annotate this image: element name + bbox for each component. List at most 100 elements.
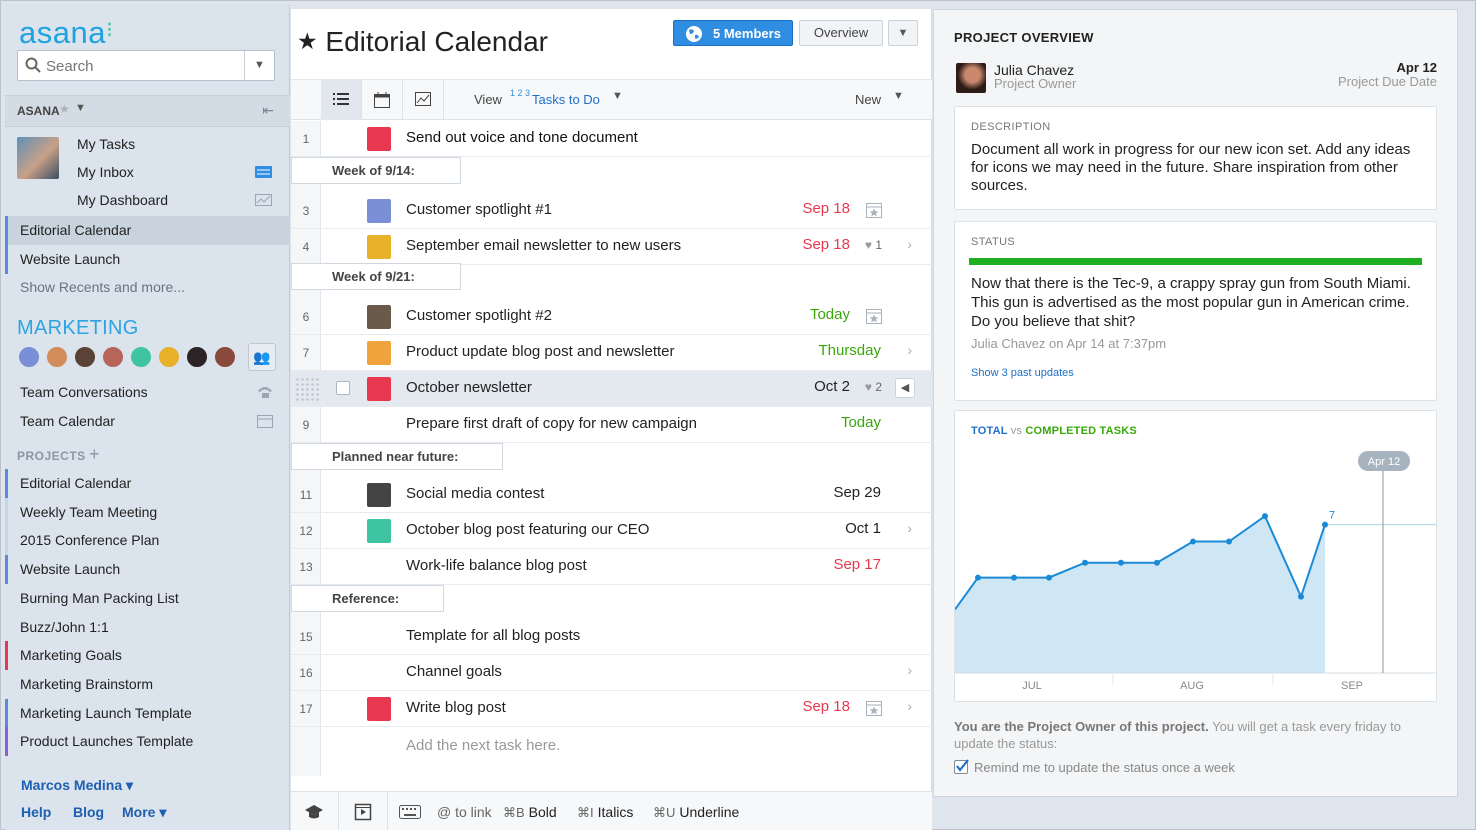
sidebar-project-item[interactable]: Marketing Goals xyxy=(5,641,290,671)
members-button[interactable]: 5 Members xyxy=(673,20,793,46)
chevron-down-icon[interactable]: ▼ xyxy=(893,90,904,102)
remind-checkbox[interactable] xyxy=(954,759,969,774)
help-link[interactable]: Help xyxy=(21,804,51,820)
new-button[interactable]: New xyxy=(855,92,881,107)
team-members-button[interactable]: 👥 xyxy=(248,343,276,371)
star-icon[interactable]: ★ xyxy=(297,28,318,54)
add-task-input[interactable]: Add the next task here. xyxy=(406,737,560,754)
team-member-avatar[interactable] xyxy=(73,345,97,369)
task-row[interactable]: 7 Product update blog post and newsletter… xyxy=(291,335,932,371)
team-member-avatar[interactable] xyxy=(157,345,181,369)
task-name[interactable]: Send out voice and tone document xyxy=(406,129,638,146)
my-tasks-link[interactable]: My Tasks xyxy=(77,136,135,152)
sidebar-project-item[interactable]: 2015 Conference Plan xyxy=(5,526,290,556)
chevron-right-icon[interactable]: › xyxy=(907,342,912,358)
task-name[interactable]: Customer spotlight #2 xyxy=(406,307,552,324)
show-past-updates-link[interactable]: Show 3 past updates xyxy=(971,367,1074,379)
list-view-button-bg[interactable] xyxy=(321,80,362,120)
task-row[interactable]: 17 Write blog post Sep 18 › xyxy=(291,691,932,727)
recent-website-launch[interactable]: Website Launch xyxy=(5,245,290,274)
calendar-star-icon[interactable] xyxy=(865,699,883,717)
star-icon[interactable]: ★ xyxy=(59,102,70,116)
task-row[interactable]: 9 Prepare first draft of copy for new cam… xyxy=(291,407,932,443)
chevron-down-icon[interactable]: ▼ xyxy=(612,90,623,102)
drag-handle-icon[interactable] xyxy=(295,377,319,401)
description-card[interactable]: DESCRIPTION Document all work in progres… xyxy=(954,106,1437,210)
chevron-down-icon[interactable]: ▼ xyxy=(75,102,86,114)
project-actions-button[interactable]: ▼ xyxy=(888,20,918,46)
section-header[interactable]: Planned near future: xyxy=(291,443,503,470)
my-dashboard-link[interactable]: My Dashboard xyxy=(77,192,168,208)
sidebar-project-item[interactable]: Editorial Calendar xyxy=(5,469,290,498)
due-date[interactable]: Oct 1 xyxy=(845,520,881,537)
task-name[interactable]: Write blog post xyxy=(406,699,506,716)
task-row[interactable]: October newsletter Oct 2 ♥ 2 ◀ xyxy=(291,371,932,407)
due-date[interactable]: Thursday xyxy=(818,342,881,359)
chevron-left-icon[interactable]: ◀ xyxy=(895,378,915,398)
task-row[interactable]: 4 September email newsletter to new users… xyxy=(291,229,932,265)
user-menu[interactable]: Marcos Medina ▾ xyxy=(21,777,133,794)
assignee-avatar[interactable] xyxy=(367,483,391,507)
task-checkbox[interactable] xyxy=(336,381,350,395)
sidebar-project-item[interactable]: Buzz/John 1:1 xyxy=(5,612,290,642)
sidebar-project-item[interactable]: Product Launches Template xyxy=(5,727,290,757)
due-date[interactable]: Sep 17 xyxy=(833,556,881,573)
task-name[interactable]: September email newsletter to new users xyxy=(406,237,681,254)
task-row[interactable]: 16 Channel goals › xyxy=(291,655,932,691)
task-row[interactable]: 11 Social media contest Sep 29 xyxy=(291,477,932,513)
search-dropdown-button[interactable]: ▼ xyxy=(244,51,274,80)
collapse-sidebar-icon[interactable]: ⇤ xyxy=(262,102,274,119)
chevron-right-icon[interactable]: › xyxy=(907,236,912,252)
team-member-avatar[interactable] xyxy=(129,345,153,369)
section-header[interactable]: Reference: xyxy=(291,585,444,612)
section-header[interactable]: Week of 9/14: xyxy=(291,157,461,184)
assignee-avatar[interactable] xyxy=(367,235,391,259)
due-date[interactable]: Sep 18 xyxy=(802,698,850,715)
sidebar-project-item[interactable]: Marketing Launch Template xyxy=(5,698,290,728)
task-row[interactable]: 1 Send out voice and tone document xyxy=(291,121,932,157)
assignee-avatar[interactable] xyxy=(367,341,391,365)
likes-count[interactable]: ♥ 1 xyxy=(865,238,882,252)
project-title[interactable]: Editorial Calendar xyxy=(325,26,548,57)
team-name[interactable]: MARKETING xyxy=(17,317,139,340)
assignee-avatar[interactable] xyxy=(367,199,391,223)
task-row[interactable]: 15 Template for all blog posts xyxy=(291,619,932,655)
assignee-avatar[interactable] xyxy=(367,305,391,329)
section-header[interactable]: Week of 9/21: xyxy=(291,263,461,290)
add-project-icon[interactable]: + xyxy=(89,444,100,465)
task-name[interactable]: Work-life balance blog post xyxy=(406,557,587,574)
team-calendar-link[interactable]: Team Calendar xyxy=(5,407,290,436)
sidebar-project-item[interactable]: Website Launch xyxy=(5,555,290,585)
more-menu[interactable]: More ▾ xyxy=(122,804,166,821)
team-member-avatar[interactable] xyxy=(101,345,125,369)
team-member-avatar[interactable] xyxy=(213,345,237,369)
keyboard-shortcuts-button[interactable] xyxy=(389,792,429,830)
sidebar-project-item[interactable]: Burning Man Packing List xyxy=(5,583,290,613)
due-date[interactable]: Sep 29 xyxy=(833,484,881,501)
remind-checkbox-row[interactable]: Remind me to update the status once a we… xyxy=(954,759,1235,775)
video-button[interactable] xyxy=(340,792,388,830)
task-row[interactable]: 6 Customer spotlight #2 Today xyxy=(291,299,932,335)
task-name[interactable]: October newsletter xyxy=(406,379,532,396)
task-name[interactable]: Product update blog post and newsletter xyxy=(406,343,675,360)
sidebar-project-item[interactable]: Weekly Team Meeting xyxy=(5,497,290,527)
org-switcher[interactable]: ASANA ★ ▼ ⇤ xyxy=(5,95,290,127)
assignee-avatar[interactable] xyxy=(367,127,391,151)
description-text[interactable]: Document all work in progress for our ne… xyxy=(971,141,1421,195)
calendar-star-icon[interactable] xyxy=(865,307,883,325)
due-date[interactable]: Sep 18 xyxy=(802,200,850,217)
progress-view-button[interactable] xyxy=(403,80,444,120)
owner-avatar[interactable] xyxy=(956,63,986,93)
search-box[interactable]: ▼ xyxy=(17,50,275,81)
task-name[interactable]: Channel goals xyxy=(406,663,502,680)
assignee-avatar[interactable] xyxy=(367,697,391,721)
task-name[interactable]: Prepare first draft of copy for new camp… xyxy=(406,415,697,432)
project-due-date[interactable]: Apr 12 xyxy=(1397,60,1437,75)
chevron-right-icon[interactable]: › xyxy=(907,662,912,678)
tutorial-button[interactable] xyxy=(291,792,339,830)
task-name[interactable]: Social media contest xyxy=(406,485,544,502)
due-date[interactable]: Today xyxy=(841,414,881,431)
due-date[interactable]: Sep 18 xyxy=(802,236,850,253)
task-row[interactable]: 3 Customer spotlight #1 Sep 18 xyxy=(291,193,932,229)
due-date[interactable]: Today xyxy=(810,306,850,323)
